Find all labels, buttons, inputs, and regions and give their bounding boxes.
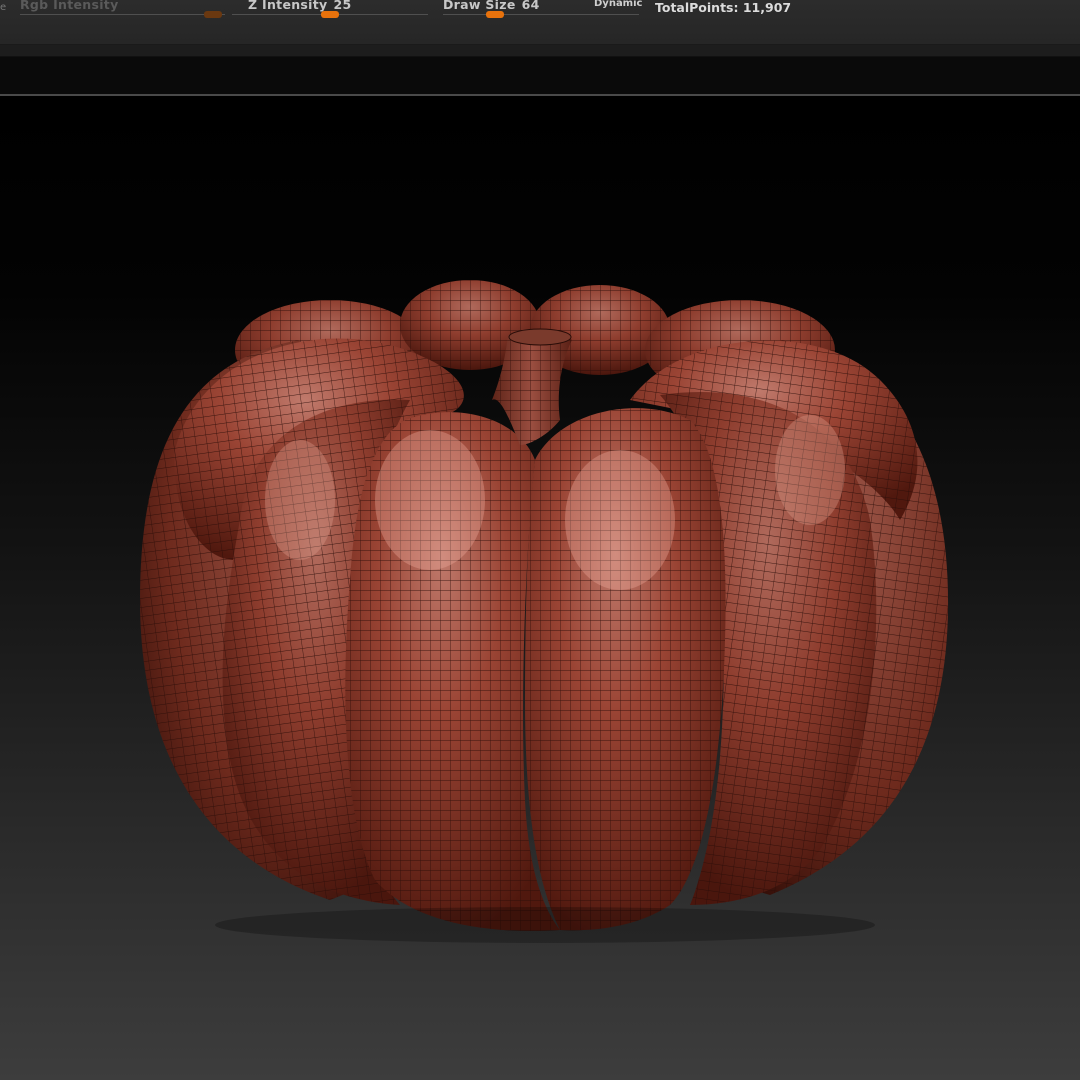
z-intensity-slider[interactable]: Z Intensity 25 [232, 0, 428, 22]
draw-size-track[interactable] [443, 14, 639, 15]
pumpkin-mesh-icon[interactable] [0, 96, 1080, 1080]
rgb-intensity-handle[interactable] [204, 11, 222, 18]
z-intensity-handle[interactable] [321, 11, 339, 18]
edge-glyph: e [0, 2, 7, 13]
shelf-bar [0, 57, 1080, 94]
top-toolbar: e Rgb Intensity Z Intensity 25 Draw Size 6… [0, 0, 1080, 45]
rgb-intensity-slider[interactable]: Rgb Intensity [20, 0, 225, 22]
rgb-intensity-track[interactable] [20, 14, 225, 15]
pumpkin-shadow [215, 907, 875, 943]
toolbar-underbar [0, 45, 1080, 57]
draw-size-value: 64 [521, 0, 540, 12]
rgb-intensity-label: Rgb Intensity [20, 0, 119, 12]
canvas-viewport[interactable] [0, 96, 1080, 1080]
total-points-value: 11,907 [742, 0, 792, 15]
dynamic-toggle[interactable]: Dynamic [594, 0, 642, 9]
draw-size-handle[interactable] [486, 11, 504, 18]
total-points-readout: TotalPoints: 11,907 [655, 0, 792, 15]
